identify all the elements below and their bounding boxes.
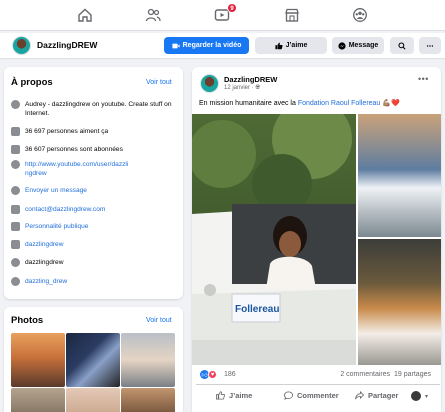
twitter-link[interactable]: dazzling_drew	[25, 277, 67, 286]
post-comment-button[interactable]: Commenter	[284, 391, 339, 400]
photo-thumbnail[interactable]	[11, 388, 65, 412]
info-icon	[11, 100, 20, 109]
comment-icon	[284, 391, 293, 400]
photo-thumbnail[interactable]	[121, 333, 175, 387]
about-row-snapchat: dazzlingdrew	[11, 258, 63, 267]
photo-thumbnail[interactable]	[66, 333, 120, 387]
about-row-twitter[interactable]: dazzling_drew	[11, 277, 67, 286]
search-icon	[398, 41, 406, 50]
instagram-link[interactable]: dazzlingdrew	[25, 240, 63, 249]
post-more-icon[interactable]: •••	[418, 74, 429, 84]
post-share-button[interactable]: Partager	[355, 391, 398, 400]
about-row-message[interactable]: Envoyer un message	[11, 186, 87, 195]
photo-thumbnail[interactable]	[11, 333, 65, 387]
about-row-likes: 36 697 personnes aiment ça	[11, 127, 108, 136]
watch-icon[interactable]: 9	[213, 3, 237, 24]
followers-icon	[11, 145, 20, 154]
category-link[interactable]: Personnalité publique	[25, 222, 88, 231]
top-navigation: 9	[0, 0, 445, 31]
watch-video-button[interactable]: Regarder la vidéo	[164, 37, 249, 54]
about-title: À propos	[11, 77, 53, 88]
home-icon[interactable]	[76, 6, 94, 24]
about-row-email[interactable]: contact@dazzlingdrew.com	[11, 205, 105, 214]
about-row-category[interactable]: Personnalité publique	[11, 222, 88, 231]
post-date[interactable]: 12 janvier · 🌐︎	[224, 85, 260, 92]
account-avatar	[411, 391, 421, 401]
about-row-instagram[interactable]: dazzlingdrew	[11, 240, 63, 249]
photos-title: Photos	[11, 315, 44, 326]
share-icon	[355, 391, 364, 400]
instagram-icon	[11, 240, 20, 249]
twitter-icon	[11, 277, 20, 286]
post-stats: 2 commentaires 19 partages	[340, 371, 431, 378]
thumbs-up-icon	[11, 127, 20, 136]
post-author-name[interactable]: DazzlingDREW	[224, 75, 277, 84]
about-row-followers: 36 607 personnes sont abonnées	[11, 145, 123, 154]
photo-thumbnail[interactable]	[121, 388, 175, 412]
post-mention-link[interactable]: Fondation Raoul Follereau	[298, 100, 381, 107]
shares-count[interactable]: 19 partages	[394, 371, 431, 378]
send-message-link[interactable]: Envoyer un message	[25, 186, 87, 195]
video-icon	[172, 43, 180, 48]
photos-see-all-link[interactable]: Voir tout	[146, 317, 172, 324]
messenger-icon	[338, 41, 346, 50]
post-text: En mission humanitaire avec la Fondation…	[199, 100, 400, 107]
love-reaction-icon: ♥	[208, 370, 217, 379]
snapchat-icon	[11, 258, 20, 267]
post-reactions[interactable]: 👍︎ ♥ 186	[200, 370, 236, 379]
about-see-all-link[interactable]: Voir tout	[146, 79, 172, 86]
comments-count[interactable]: 2 commentaires	[340, 371, 390, 378]
email-icon	[11, 205, 20, 214]
follereau-door-text: Follereau	[235, 304, 279, 315]
post-audience-selector[interactable]: ▾	[411, 391, 428, 401]
more-icon	[426, 44, 434, 47]
like-page-label: J’aime	[285, 42, 308, 49]
post-main-photo[interactable]: Follereau	[192, 114, 356, 365]
marketplace-icon[interactable]	[283, 6, 301, 24]
photo-thumbnail[interactable]	[66, 388, 120, 412]
post-photo-group-meeting[interactable]	[358, 114, 441, 237]
post-like-button[interactable]: J’aime	[216, 391, 252, 400]
email-link[interactable]: contact@dazzlingdrew.com	[25, 205, 105, 214]
post-author-avatar[interactable]	[200, 74, 219, 93]
more-options-button[interactable]	[419, 37, 441, 54]
about-row-description: Audrey - dazzlingdrew on youtube. Create…	[11, 100, 176, 118]
page-avatar[interactable]	[12, 36, 31, 55]
page-header-bar: DazzlingDREW Regarder la vidéo J’aime Me…	[0, 33, 445, 58]
globe-icon: 🌐︎	[255, 85, 261, 91]
like-page-button[interactable]: J’aime	[255, 37, 327, 54]
watch-video-label: Regarder la vidéo	[182, 42, 242, 49]
message-label: Message	[348, 42, 379, 49]
website-link[interactable]: http://www.youtube.com/user/dazzlingdrew	[25, 160, 131, 178]
message-button[interactable]: Message	[332, 37, 384, 54]
thumbs-up-icon	[274, 42, 283, 49]
reaction-count: 186	[224, 371, 236, 378]
post-photo-dining[interactable]	[358, 239, 441, 365]
thumbs-up-icon	[216, 391, 225, 400]
globe-icon	[11, 160, 20, 169]
notification-badge: 9	[227, 3, 237, 13]
groups-icon[interactable]	[351, 6, 369, 24]
tag-icon	[11, 222, 20, 231]
page-name[interactable]: DazzlingDREW	[37, 40, 97, 50]
messenger-icon	[11, 186, 20, 195]
friends-icon[interactable]	[144, 6, 162, 24]
about-row-website[interactable]: http://www.youtube.com/user/dazzlingdrew	[11, 160, 131, 178]
post-action-bar: J’aime Commenter Partager ▾	[196, 384, 440, 406]
chevron-down-icon: ▾	[425, 393, 429, 400]
search-page-button[interactable]	[390, 37, 414, 54]
